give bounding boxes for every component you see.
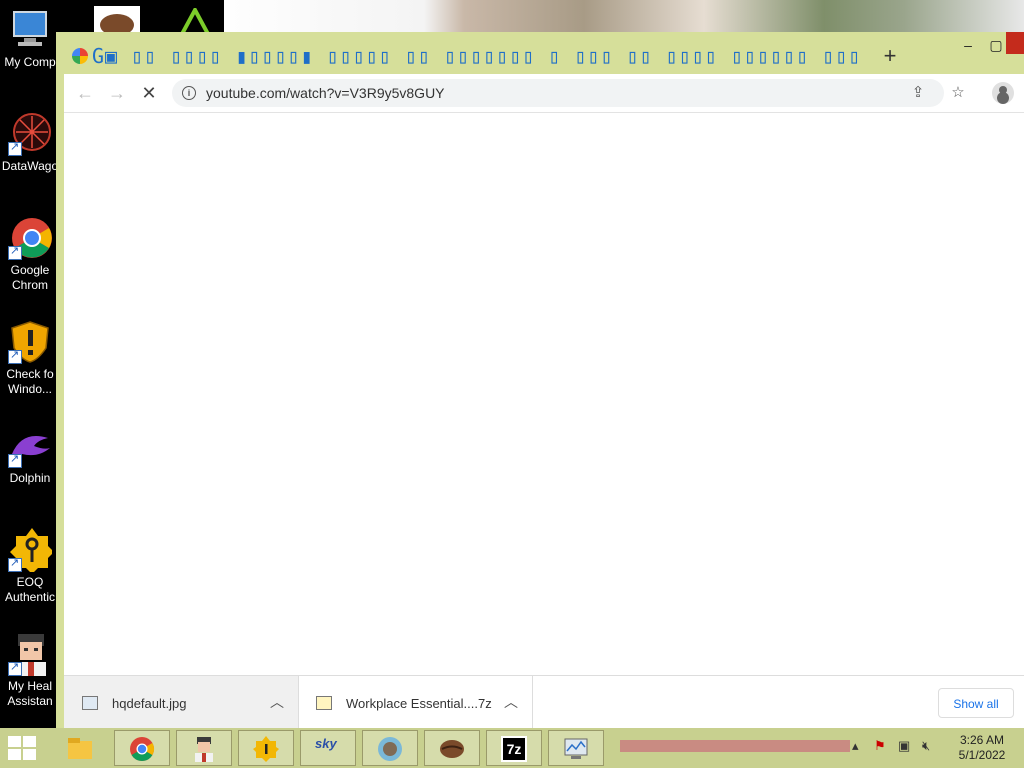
chevron-up-icon[interactable]: ︿ (504, 692, 518, 712)
sky-logo-icon: sky (315, 736, 337, 751)
key-badge-icon (8, 528, 54, 574)
taskbar-health-assistant[interactable] (176, 730, 232, 766)
desktop-icon-label: My Comp (4, 55, 56, 69)
taskbar-chrome[interactable] (114, 730, 170, 766)
download-filename: hqdefault.jpg (112, 696, 187, 711)
minimize-button[interactable]: – (954, 36, 982, 56)
address-bar[interactable]: i youtube.com/watch?v=V3R9y5v8GUY ⇪ (172, 79, 944, 107)
show-all-button[interactable]: Show all (938, 688, 1014, 718)
url-text[interactable]: youtube.com/watch?v=V3R9y5v8GUY (206, 85, 445, 101)
desktop-icon-check-windows[interactable]: Check fo Windo... (0, 320, 60, 397)
desktop-icon-google-chrome[interactable]: Google Chrom (0, 216, 60, 293)
network-icon[interactable]: ▣ (898, 738, 910, 754)
tab-strip: G▣ ▯▯ ▯▯▯▯ ▮▯▯▯▯▮ ▯▯▯▯▯ ▯▯ ▯▯▯▯▯▯▯ ▯ ▯▯▯… (56, 32, 1024, 74)
chevron-up-icon[interactable]: ︿ (270, 692, 284, 712)
desktop-icon-label-line2: Assistan (7, 694, 53, 708)
desktop-icon-my-computer[interactable]: My Comp (0, 8, 60, 70)
desktop-icon-label: DataWago (1, 159, 59, 173)
download-shelf: hqdefault.jpg ︿ Workplace Essential....7… (64, 675, 1024, 729)
taskbar-dolphin[interactable] (362, 730, 418, 766)
google-favicon-icon (72, 48, 88, 64)
desktop-icon-label-line2: Windo... (7, 382, 52, 396)
shortcut-arrow-icon (8, 556, 22, 572)
windows-start-icon[interactable] (8, 736, 38, 760)
new-tab-button[interactable]: + (878, 44, 902, 68)
archive-7z-icon (316, 696, 332, 710)
desktop-icon-label: EOQ (16, 575, 44, 589)
close-button[interactable] (1006, 32, 1024, 54)
key-badge-icon (253, 736, 279, 762)
desktop-icon-label: Dolphin (9, 471, 51, 485)
chrome-window: G▣ ▯▯ ▯▯▯▯ ▮▯▯▯▯▮ ▯▯▯▯▯ ▯▯ ▯▯▯▯▯▯▯ ▯ ▯▯▯… (56, 32, 1024, 729)
clock-date: 5/1/2022 (958, 748, 1006, 762)
shield-warning-icon (8, 320, 52, 364)
chrome-icon (130, 737, 155, 762)
shortcut-arrow-icon (8, 452, 22, 468)
download-filename: Workplace Essential....7z (346, 696, 492, 711)
tab-title-garbled[interactable]: G▣ ▯▯ ▯▯▯▯ ▮▯▯▯▯▮ ▯▯▯▯▯ ▯▯ ▯▯▯▯▯▯▯ ▯ ▯▯▯… (92, 44, 862, 70)
volume-muted-icon[interactable]: 🔇︎ (922, 738, 930, 754)
desktop-icon-datawago[interactable]: DataWago (0, 112, 60, 174)
taskbar-progress-strip (620, 740, 850, 752)
page-content-blank (64, 113, 1024, 675)
7zip-icon: 7z (501, 736, 527, 762)
doctor-avatar-icon (195, 737, 213, 762)
desktop-icon-label: My Heal (7, 679, 52, 693)
back-arrow-icon[interactable]: ← (74, 82, 96, 104)
desktop-icon-label-line2: Chrom (11, 278, 48, 292)
show-hidden-icons-button[interactable]: ▴ (852, 738, 859, 754)
forward-arrow-icon[interactable]: → (106, 82, 128, 104)
desktop-icon-label: Google (10, 263, 50, 277)
shortcut-arrow-icon (8, 244, 22, 260)
download-item[interactable]: hqdefault.jpg ︿ (64, 676, 299, 729)
shortcut-arrow-icon (8, 140, 22, 156)
chrome-icon (8, 216, 52, 260)
shortcut-arrow-icon (8, 660, 22, 676)
desktop-icon-label-line2: Authentic (4, 590, 56, 604)
monitor-chart-icon (564, 738, 588, 759)
computer-icon (8, 8, 52, 52)
image-file-icon (82, 696, 98, 710)
globe-avatar-icon (378, 737, 402, 761)
datawago-icon (8, 112, 52, 156)
download-item[interactable]: Workplace Essential....7z ︿ (298, 676, 533, 729)
dolphin-icon (8, 424, 52, 468)
taskbar-sky[interactable]: sky (300, 730, 356, 766)
taskbar-monitor[interactable] (548, 730, 604, 766)
info-icon[interactable]: i (182, 86, 196, 100)
clock-time: 3:26 AM (959, 733, 1005, 747)
bookmark-star-icon[interactable]: ☆ (948, 83, 968, 103)
desktop-icon-eoq-authentic[interactable]: EOQ Authentic (0, 528, 60, 605)
stop-loading-icon[interactable]: ✕ (138, 82, 160, 104)
browser-toolbar: ← → ✕ i youtube.com/watch?v=V3R9y5v8GUY … (64, 74, 1024, 113)
taskbar-file-explorer[interactable] (52, 730, 108, 766)
desktop-icon-my-health-assistant[interactable]: My Heal Assistan (0, 632, 60, 709)
coffee-bean-icon (440, 740, 464, 758)
desktop-icon-dolphin[interactable]: Dolphin (0, 424, 60, 486)
profile-avatar-icon[interactable] (992, 82, 1014, 104)
share-icon[interactable]: ⇪ (908, 83, 928, 103)
desktop-icon-label: Check fo (6, 367, 54, 381)
folder-icon (68, 738, 92, 759)
shortcut-arrow-icon (8, 348, 22, 364)
action-center-flag-icon[interactable]: ⚑ (874, 738, 886, 754)
taskbar-7zip[interactable]: 7z (486, 730, 542, 766)
taskbar: sky 7z ▴ ⚑ ▣ 🔇︎ 3:26 AM 5/1/2022 (0, 728, 1024, 768)
taskbar-eoq[interactable] (238, 730, 294, 766)
system-clock[interactable]: 3:26 AM 5/1/2022 (952, 733, 1012, 763)
taskbar-coffee[interactable] (424, 730, 480, 766)
doctor-avatar-icon (8, 632, 52, 676)
